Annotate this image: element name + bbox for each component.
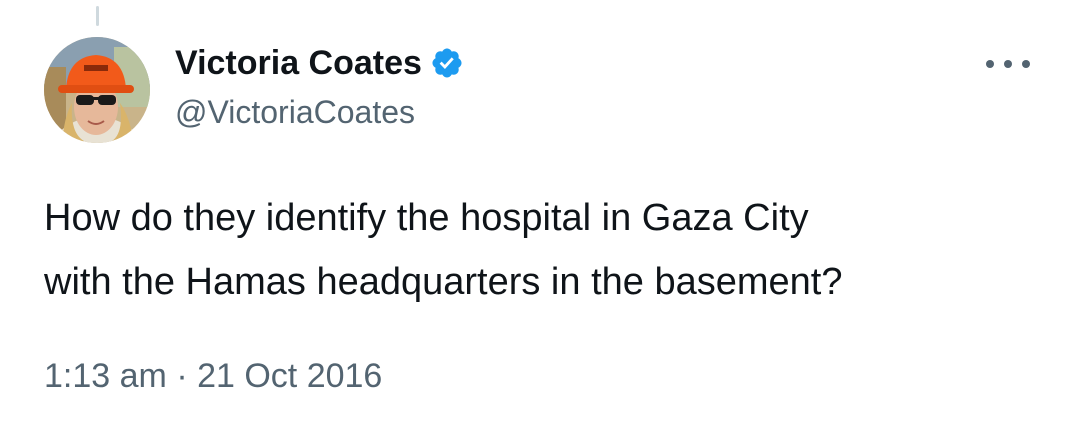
avatar-photo-icon: [44, 37, 150, 143]
avatar[interactable]: [44, 37, 150, 143]
verified-badge-icon[interactable]: [430, 46, 464, 80]
author-name-row: Victoria Coates: [175, 40, 464, 86]
tweet-header: Victoria Coates @VictoriaCoates: [175, 40, 464, 134]
tweet-time: 1:13 am: [44, 357, 167, 395]
timestamp-separator: ·: [176, 357, 188, 395]
more-dot: [1022, 60, 1030, 68]
more-options-icon[interactable]: [986, 52, 1030, 76]
tweet-text: How do they identify the hospital in Gaz…: [44, 186, 1044, 314]
more-dot: [1004, 60, 1012, 68]
tweet-date: 21 Oct 2016: [197, 357, 383, 395]
thread-connector-line: [96, 6, 99, 26]
author-handle[interactable]: @VictoriaCoates: [175, 90, 464, 134]
author-display-name[interactable]: Victoria Coates: [175, 40, 422, 86]
more-dot: [986, 60, 994, 68]
tweet-text-line: with the Hamas headquarters in the basem…: [44, 261, 843, 303]
tweet-text-line: How do they identify the hospital in Gaz…: [44, 197, 809, 239]
tweet-timestamp[interactable]: 1:13 am · 21 Oct 2016: [44, 352, 382, 400]
